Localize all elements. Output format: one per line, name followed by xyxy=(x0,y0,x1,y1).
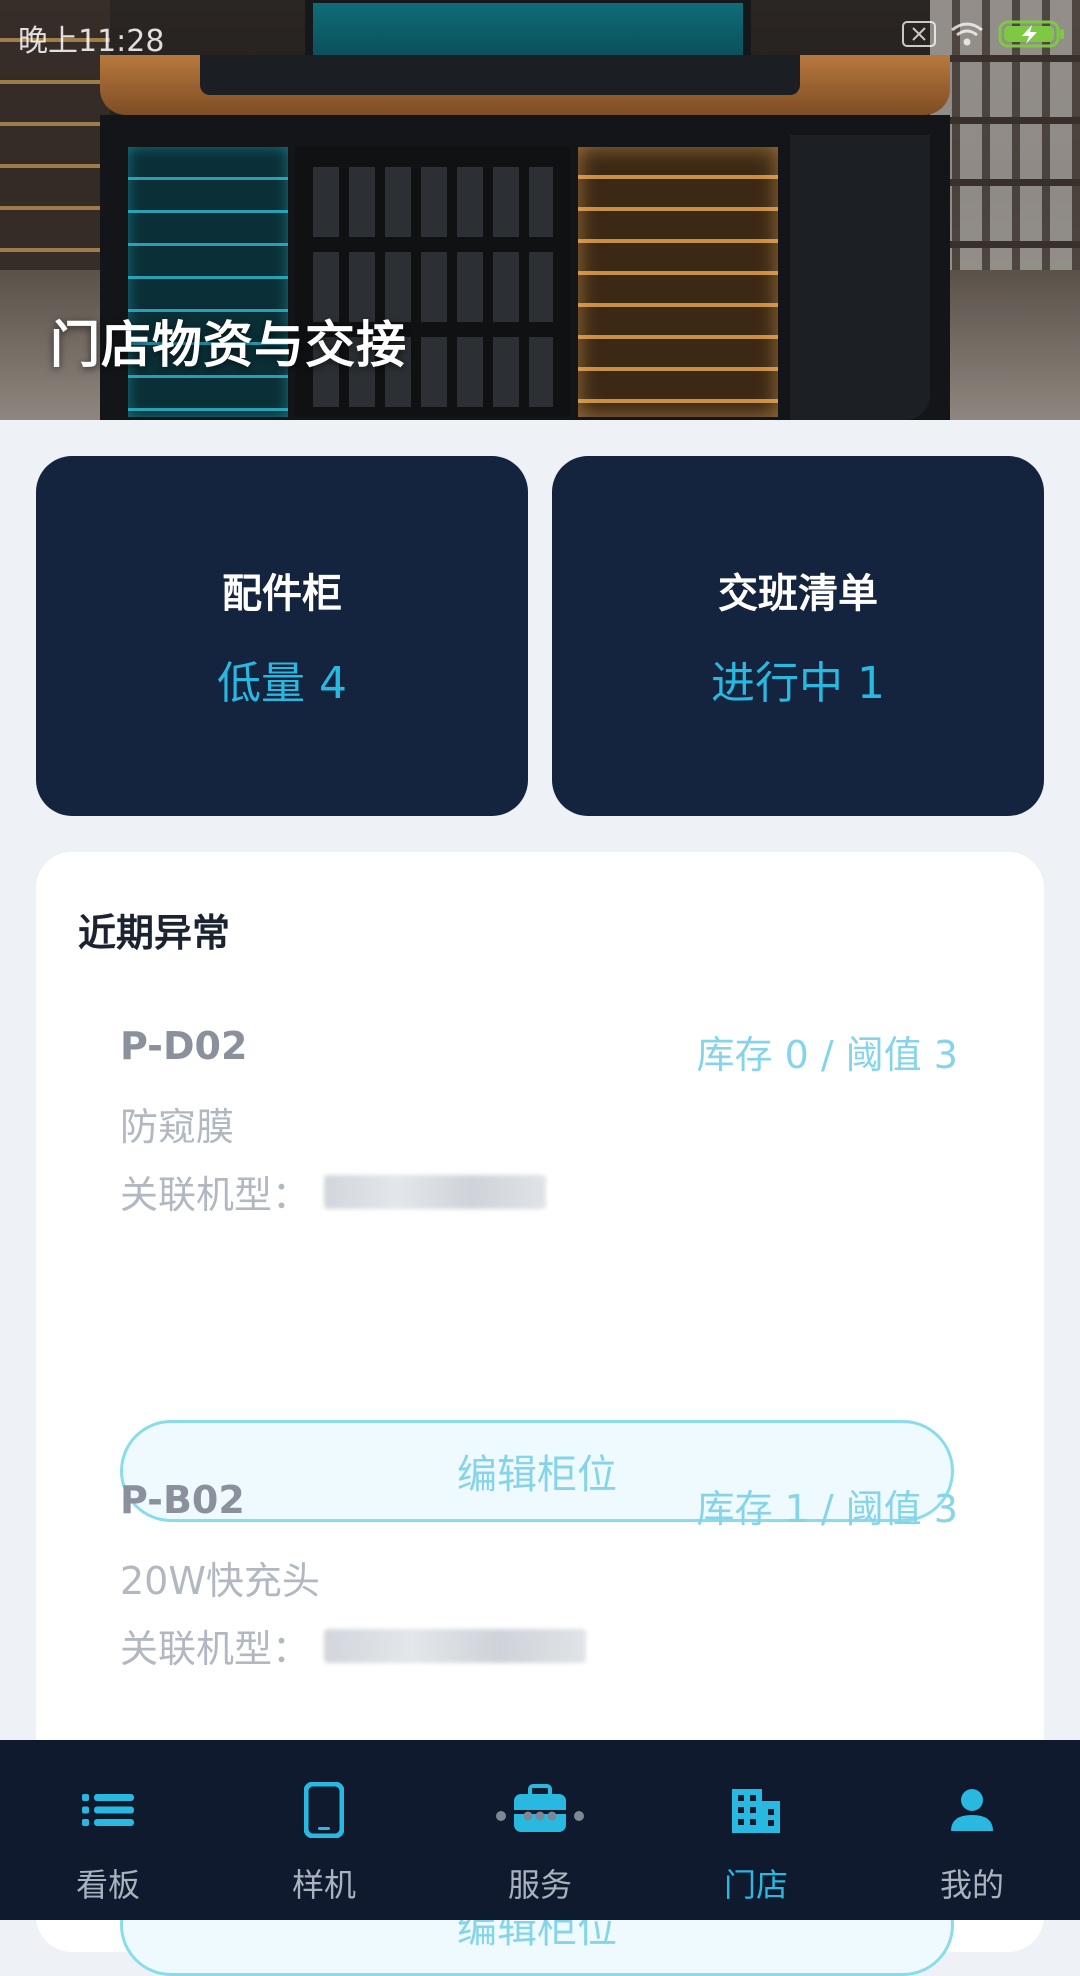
accessory-cabinet-card[interactable]: 配件柜 低量 4 xyxy=(36,456,528,816)
linked-model-label: 关联机型： xyxy=(120,1173,311,1217)
handover-checklist-card[interactable]: 交班清单 进行中 1 xyxy=(552,456,1044,816)
card-value: 低量 4 xyxy=(217,658,347,709)
slot-code: P-D02 xyxy=(120,1024,248,1068)
building-icon xyxy=(730,1780,782,1840)
bottom-nav: 看板 样机 服务 门店 我的 xyxy=(0,1740,1080,1920)
summary-cards: 配件柜 低量 4 交班清单 进行中 1 xyxy=(36,456,1044,816)
wifi-icon xyxy=(950,20,984,52)
person-icon xyxy=(949,1780,995,1840)
nav-label: 样机 xyxy=(291,1866,356,1904)
list-icon xyxy=(82,1780,134,1840)
status-time: 晚上11:28 xyxy=(18,24,165,59)
cabinet-side-panel xyxy=(790,135,930,420)
linked-model: 关联机型： xyxy=(120,1164,547,1219)
card-label: 配件柜 xyxy=(222,571,342,617)
redacted-model-name xyxy=(324,1628,587,1663)
nav-label: 我的 xyxy=(939,1866,1004,1904)
toolbox-icon xyxy=(495,1780,585,1840)
cabinet-countertop xyxy=(100,55,950,115)
hero-banner: 门店物资与交接 晚上11:28 xyxy=(0,0,1080,420)
nav-item-demo-devices[interactable]: 样机 xyxy=(216,1740,432,1920)
stock-threshold: 库存 1 / 阈值 3 xyxy=(696,1487,958,1531)
card-value: 进行中 1 xyxy=(711,658,885,709)
status-icons xyxy=(902,16,1066,56)
slot-code: P-B02 xyxy=(120,1478,245,1522)
linked-model-label: 关联机型： xyxy=(120,1627,311,1671)
item-name: 20W快充头 xyxy=(120,1559,320,1603)
linked-model: 关联机型： xyxy=(120,1618,587,1673)
section-title: 近期异常 xyxy=(78,911,231,955)
card-label: 交班清单 xyxy=(718,571,878,617)
phone-icon xyxy=(304,1780,344,1840)
shelf-row xyxy=(313,167,553,237)
page-title: 门店物资与交接 xyxy=(50,316,407,374)
nav-label: 看板 xyxy=(75,1866,140,1904)
notification-box-icon xyxy=(902,21,936,51)
nav-item-store[interactable]: 门店 xyxy=(648,1740,864,1920)
redacted-model-name xyxy=(324,1174,547,1209)
item-name: 防窥膜 xyxy=(120,1105,235,1149)
nav-label: 门店 xyxy=(723,1866,788,1904)
nav-item-service[interactable]: 服务 xyxy=(432,1740,648,1920)
countertop-mat xyxy=(200,55,800,95)
nav-item-dashboard[interactable]: 看板 xyxy=(0,1740,216,1920)
battery-charging-icon xyxy=(998,19,1066,53)
cabinet-drawers-right xyxy=(578,147,778,417)
stock-threshold: 库存 0 / 阈值 3 xyxy=(696,1033,958,1077)
nav-item-mine[interactable]: 我的 xyxy=(864,1740,1080,1920)
nav-label: 服务 xyxy=(507,1866,572,1904)
